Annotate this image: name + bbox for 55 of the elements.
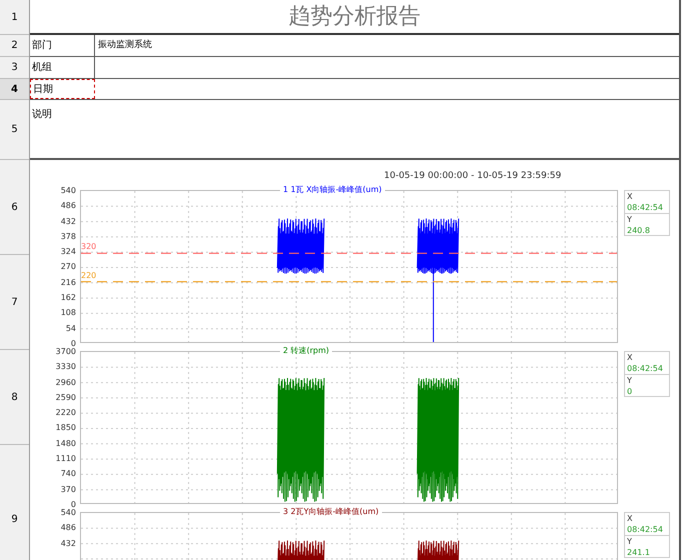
readout-label: X — [627, 352, 634, 363]
chart-title: 2 转速(rpm) — [280, 345, 332, 356]
axis-tick-label: 216 — [60, 276, 76, 289]
axis-tick-label: 54 — [66, 322, 76, 335]
axis-tick-label: 162 — [60, 292, 76, 304]
readout-value: 0 — [627, 386, 634, 397]
axis-tick-label: 270 — [60, 261, 76, 274]
axis-tick-label: 2220 — [56, 407, 76, 420]
readout-value: 08:42:54 — [627, 202, 664, 213]
readout-value: 08:42:54 — [627, 524, 664, 535]
field-label-cell[interactable]: 日期 — [30, 79, 95, 99]
row-header[interactable]: 7 — [0, 255, 29, 350]
readout-label: X — [627, 191, 634, 202]
chart-title: 1 1瓦 X向轴振-峰峰值(um) — [280, 184, 385, 195]
axis-tick-label: 432 — [60, 216, 76, 228]
axis-tick-label: 324 — [60, 246, 76, 258]
row-header[interactable]: 9 — [0, 445, 29, 560]
readout-label: Y — [627, 375, 633, 386]
axis-tick-label: 370 — [60, 484, 76, 496]
row-header[interactable]: 1 — [0, 0, 29, 35]
chart-title: 3 2瓦Y向轴振-峰峰值(um) — [280, 506, 382, 517]
axis-tick-label: 432 — [60, 538, 76, 550]
axis-tick-label: 486 — [60, 200, 76, 212]
axis-tick-label: 108 — [60, 307, 76, 320]
axis-tick-label: 2960 — [56, 376, 76, 389]
axis-tick-label: 378 — [60, 230, 76, 243]
axis-tick-label: 3330 — [56, 361, 76, 374]
row-header[interactable]: 5 — [0, 100, 29, 160]
notes-label: 说明 — [32, 109, 52, 120]
axis-tick-label: 540 — [60, 508, 76, 519]
readout-value: 08:42:54 — [627, 363, 664, 374]
readout-label: Y — [627, 536, 633, 547]
row-header[interactable]: 4 — [0, 79, 29, 100]
readout-value: 240.8 — [627, 225, 651, 236]
readout-label: Y — [627, 214, 633, 225]
readout-value: 241.1 — [627, 547, 651, 558]
report-title: 趋势分析报告 — [288, 3, 420, 31]
field-label-cell[interactable]: 机组 — [30, 57, 95, 78]
field-value-cell[interactable]: 振动监测系统 — [95, 35, 679, 56]
axis-tick-label: 540 — [60, 185, 76, 197]
axis-tick-label: 1110 — [56, 453, 76, 466]
axis-tick-label: 1850 — [56, 422, 76, 434]
axis-tick-label: 2590 — [56, 392, 76, 404]
threshold-label: 220 — [81, 270, 96, 280]
date-range: 10-05-19 00:00:00 - 10-05-19 23:59:59 — [384, 170, 562, 183]
axis-tick-label: 1480 — [56, 438, 76, 450]
row-header[interactable]: 8 — [0, 350, 29, 445]
row-header[interactable]: 6 — [0, 160, 29, 255]
threshold-label: 320 — [81, 242, 96, 252]
row-header[interactable]: 2 — [0, 35, 29, 57]
readout-label: X — [627, 513, 634, 524]
axis-tick-label: 3700 — [56, 346, 76, 358]
axis-tick-label: 486 — [60, 522, 76, 534]
field-label-cell[interactable]: 部门 — [30, 35, 95, 56]
axis-tick-label: 740 — [60, 468, 76, 480]
